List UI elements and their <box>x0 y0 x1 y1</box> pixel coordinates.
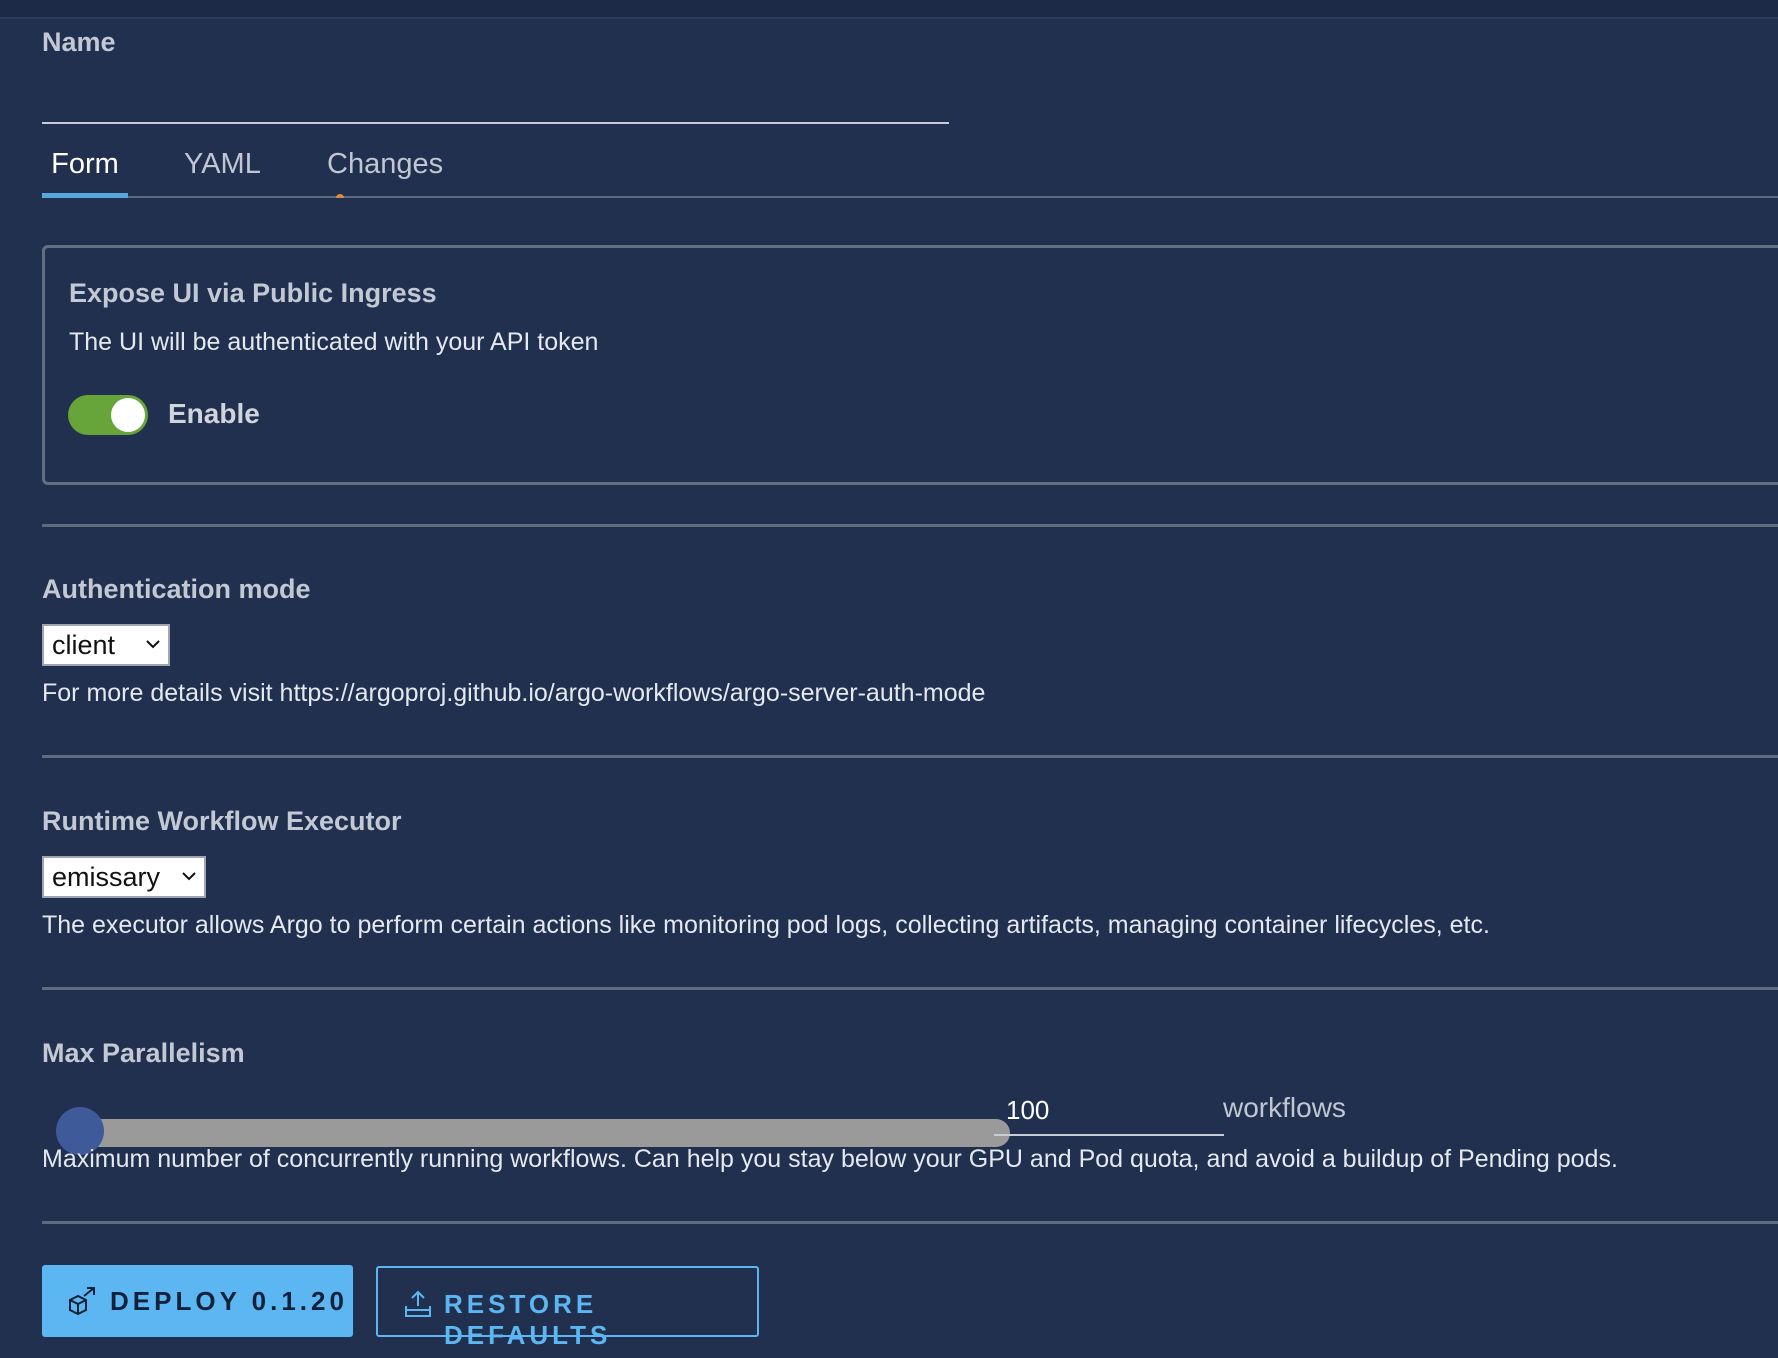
tab-changes-label: Changes <box>327 148 444 180</box>
parallelism-slider-track[interactable] <box>58 1119 1010 1147</box>
tab-changes[interactable]: Changes <box>327 136 443 196</box>
auth-mode-help: For more details visit https://argoproj.… <box>42 679 986 707</box>
changes-indicator-dot <box>336 194 344 198</box>
parallelism-number-input[interactable]: 100 <box>994 1086 1224 1136</box>
enable-toggle-label: Enable <box>168 398 260 429</box>
executor-title: Runtime Workflow Executor <box>42 806 402 836</box>
upload-tray-icon <box>405 1290 431 1317</box>
ingress-card-description: The UI will be authenticated with your A… <box>69 328 599 356</box>
chevron-down-icon <box>182 872 196 881</box>
enable-toggle[interactable] <box>68 395 148 435</box>
tab-bar: Form YAML Changes <box>42 136 1778 198</box>
ingress-card: Expose UI via Public Ingress The UI will… <box>42 245 1778 485</box>
auth-mode-selected: client <box>52 630 116 660</box>
chevron-down-icon <box>146 640 160 649</box>
deploy-icon <box>69 1287 95 1316</box>
parallelism-unit: workflows <box>1223 1092 1346 1123</box>
app-form: Name Form YAML Changes Expose UI via Pub… <box>42 0 1778 1358</box>
tab-form-label: Form <box>51 148 119 180</box>
max-parallelism-title: Max Parallelism <box>42 1038 245 1068</box>
name-input[interactable] <box>42 78 949 124</box>
restore-defaults-label: RESTORE DEFAULTS <box>444 1289 612 1350</box>
auth-mode-title: Authentication mode <box>42 574 311 604</box>
active-tab-indicator <box>42 193 128 198</box>
tab-form[interactable]: Form <box>42 136 128 198</box>
parallelism-value: 100 <box>1006 1095 1050 1125</box>
executor-selected: emissary <box>52 862 161 892</box>
deploy-button[interactable]: DEPLOY 0.1.20 <box>42 1265 353 1337</box>
name-label: Name <box>42 27 116 57</box>
tab-yaml-label: YAML <box>184 148 261 180</box>
ingress-card-title: Expose UI via Public Ingress <box>69 278 437 308</box>
parallelism-help: Maximum number of concurrently running w… <box>42 1145 1618 1173</box>
section-divider <box>42 755 1778 758</box>
tab-yaml[interactable]: YAML <box>184 136 261 196</box>
executor-select[interactable]: emissary <box>42 856 206 898</box>
section-divider <box>42 524 1778 527</box>
deploy-button-label: DEPLOY 0.1.20 <box>110 1286 348 1316</box>
section-divider <box>42 987 1778 990</box>
executor-help: The executor allows Argo to perform cert… <box>42 911 1490 939</box>
restore-defaults-button[interactable]: RESTORE DEFAULTS <box>376 1266 759 1350</box>
section-divider <box>42 1221 1778 1224</box>
auth-mode-select[interactable]: client <box>42 624 170 666</box>
toggle-knob <box>111 398 145 432</box>
